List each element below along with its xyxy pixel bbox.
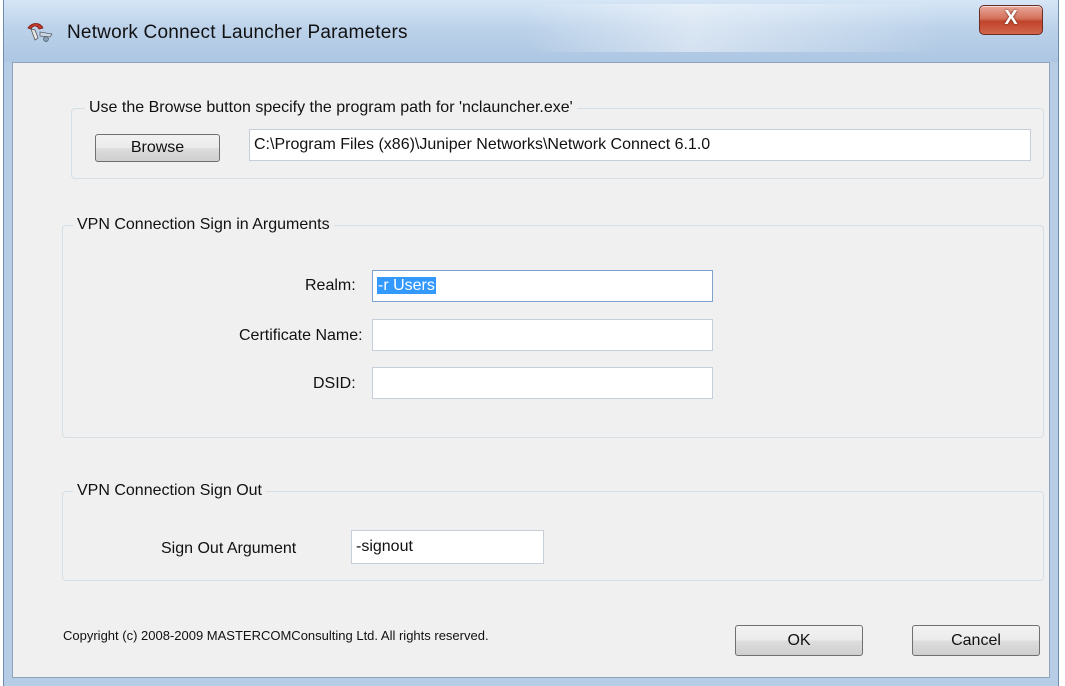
window-title: Network Connect Launcher Parameters xyxy=(67,22,408,43)
title-bar-glare xyxy=(524,4,944,52)
title-bar[interactable]: Network Connect Launcher Parameters X xyxy=(4,0,1058,62)
browse-button[interactable]: Browse xyxy=(95,134,220,162)
realm-label: Realm: xyxy=(305,277,356,294)
program-path-field[interactable]: C:\Program Files (x86)\Juniper Networks\… xyxy=(249,129,1031,161)
sign-out-group xyxy=(62,491,1044,581)
sign-out-argument-label: Sign Out Argument xyxy=(161,540,297,557)
sign-out-legend: VPN Connection Sign Out xyxy=(73,482,266,500)
close-button[interactable]: X xyxy=(979,5,1043,35)
sign-out-argument-input[interactable]: -signout xyxy=(351,530,544,564)
ok-button-label: OK xyxy=(787,632,811,649)
dsid-input[interactable] xyxy=(372,367,713,399)
realm-input-selected-text: -r Users xyxy=(377,277,436,294)
copyright-text: Copyright (c) 2008-2009 MASTERCOMConsult… xyxy=(63,628,489,643)
certificate-name-input[interactable] xyxy=(372,319,713,351)
dialog-client-area: Use the Browse button specify the progra… xyxy=(12,62,1050,678)
close-icon: X xyxy=(1004,7,1018,29)
network-connect-app-icon xyxy=(27,23,53,42)
browse-button-label: Browse xyxy=(130,139,185,156)
program-path-legend: Use the Browse button specify the progra… xyxy=(85,99,577,117)
cancel-button[interactable]: Cancel xyxy=(912,625,1040,656)
sign-in-arguments-legend: VPN Connection Sign in Arguments xyxy=(73,216,334,234)
certificate-name-label: Certificate Name: xyxy=(239,327,363,344)
realm-input[interactable]: -r Users xyxy=(372,270,713,302)
ok-button[interactable]: OK xyxy=(735,625,863,656)
dsid-label: DSID: xyxy=(313,375,356,392)
dialog-window: Network Connect Launcher Parameters X Us… xyxy=(3,0,1059,686)
cancel-button-label: Cancel xyxy=(951,632,1001,649)
